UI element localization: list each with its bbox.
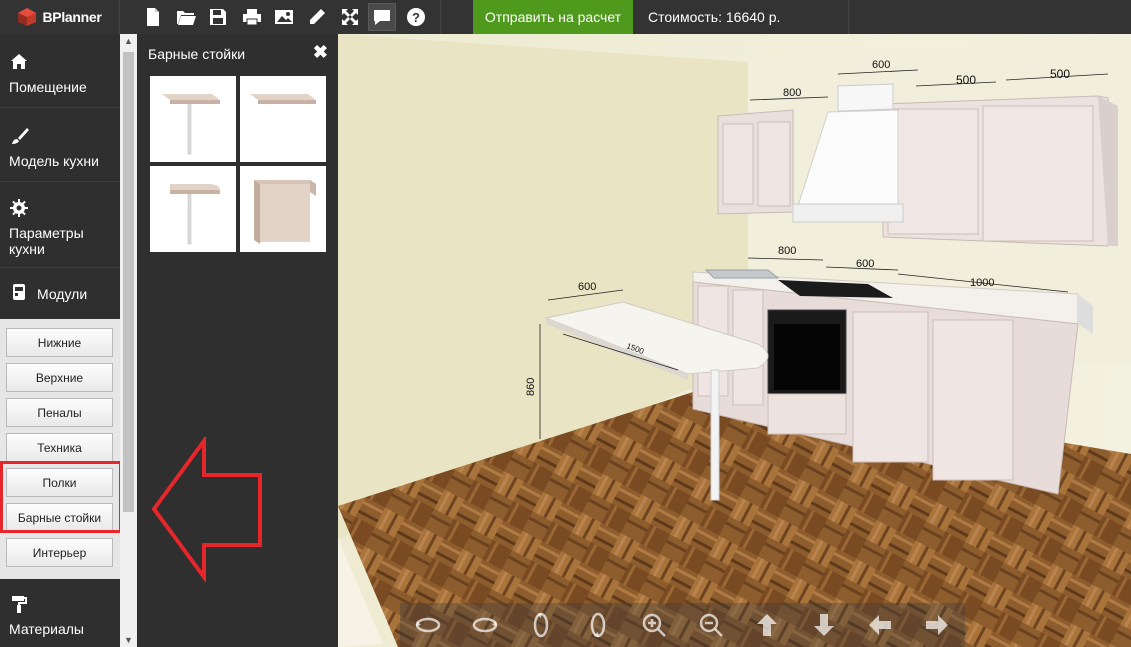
- sidebar-item-label: Модель кухни: [9, 153, 99, 169]
- panel-title: Барные стойки: [148, 46, 246, 62]
- dim-label: 600: [872, 59, 890, 71]
- sidebar-item-label: Модули: [37, 285, 88, 302]
- print-icon[interactable]: [238, 3, 266, 31]
- zoom-in-icon[interactable]: [634, 605, 674, 645]
- paint-roller-icon: [9, 594, 120, 617]
- chat-icon[interactable]: [368, 3, 396, 31]
- app-logo: BPlanner: [0, 0, 120, 34]
- 3d-viewport[interactable]: 600 800 500 500 800 600 1000 600 1500 86…: [338, 34, 1131, 647]
- modules-icon: [9, 282, 29, 305]
- rotate-right-icon[interactable]: [465, 605, 505, 645]
- home-icon: [9, 52, 120, 75]
- rotate-left-icon[interactable]: [408, 605, 448, 645]
- view-controls: [400, 603, 965, 647]
- sidebar-item-label: Материалы: [9, 621, 84, 637]
- pan-down-icon[interactable]: [804, 605, 844, 645]
- logo-text: BPlanner: [42, 9, 102, 25]
- zoom-out-icon[interactable]: [691, 605, 731, 645]
- gear-icon: [9, 198, 120, 221]
- bplanner-logo-icon: [18, 8, 37, 26]
- cost-label: Стоимость: 16640 р.: [648, 9, 781, 25]
- sidebar-item-materials[interactable]: Материалы: [0, 582, 120, 647]
- left-sidebar: Помещение Модель кухни Параметры кухни М…: [0, 34, 120, 647]
- sidebar-item-kitchen-model[interactable]: Модель кухни: [0, 108, 120, 182]
- svg-text:?: ?: [412, 10, 420, 25]
- pan-right-icon[interactable]: [917, 605, 957, 645]
- bar-counter-thumbnail[interactable]: [240, 166, 326, 252]
- top-toolbar: BPlanner ? Отправить на расчет Стоимость…: [0, 0, 1131, 34]
- module-upper-button[interactable]: Верхние: [6, 363, 113, 392]
- bar-counter-thumbnail[interactable]: [240, 76, 326, 162]
- brush-icon: [9, 126, 120, 149]
- help-icon[interactable]: ?: [402, 3, 430, 31]
- highlight-box: [0, 461, 122, 533]
- annotation-arrow: [151, 437, 262, 582]
- new-file-icon[interactable]: [139, 3, 167, 31]
- dim-label: 600: [856, 258, 874, 270]
- dim-label: 600: [578, 281, 596, 293]
- scroll-up-icon[interactable]: ▲: [120, 34, 137, 48]
- kitchen-3d-scene[interactable]: 600 800 500 500 800 600 1000 600 1500 86…: [338, 34, 1131, 647]
- dim-label: 800: [778, 245, 796, 257]
- sidebar-item-label: Параметры кухни: [9, 225, 84, 257]
- bar-counter-thumbnail[interactable]: [150, 166, 236, 252]
- pencil-icon[interactable]: [303, 3, 331, 31]
- modules-submenu: Нижние Верхние Пеналы Техника Полки Барн…: [0, 319, 120, 579]
- sidebar-scrollbar[interactable]: ▲ ▼: [120, 34, 137, 647]
- module-interior-button[interactable]: Интерьер: [6, 538, 113, 567]
- dim-label: 860: [525, 378, 537, 396]
- rotate-down-icon[interactable]: [578, 605, 618, 645]
- rotate-up-icon[interactable]: [521, 605, 561, 645]
- close-icon[interactable]: ✖: [313, 42, 328, 63]
- pan-up-icon[interactable]: [747, 605, 787, 645]
- dim-label: 500: [956, 73, 976, 87]
- pan-left-icon[interactable]: [860, 605, 900, 645]
- scroll-down-icon[interactable]: ▼: [120, 633, 137, 647]
- sidebar-item-modules[interactable]: Модули: [0, 268, 120, 320]
- module-appliances-button[interactable]: Техника: [6, 433, 113, 462]
- open-folder-icon[interactable]: [172, 3, 200, 31]
- dim-label: 800: [783, 87, 801, 99]
- bar-counter-thumbnail[interactable]: [150, 76, 236, 162]
- save-icon[interactable]: [204, 3, 232, 31]
- dim-label: 500: [1050, 67, 1070, 81]
- scroll-thumb[interactable]: [123, 52, 134, 512]
- module-tall-button[interactable]: Пеналы: [6, 398, 113, 427]
- module-lower-button[interactable]: Нижние: [6, 328, 113, 357]
- dim-label: 1000: [970, 277, 994, 289]
- toolbar-divider: [848, 0, 849, 34]
- toolbar-divider: [440, 0, 441, 34]
- fullscreen-icon[interactable]: [336, 3, 364, 31]
- sidebar-item-kitchen-params[interactable]: Параметры кухни: [0, 182, 120, 268]
- sidebar-item-label: Помещение: [9, 79, 87, 95]
- sidebar-item-room[interactable]: Помещение: [0, 34, 120, 108]
- send-for-calculation-button[interactable]: Отправить на расчет: [473, 0, 633, 34]
- image-icon[interactable]: [270, 3, 298, 31]
